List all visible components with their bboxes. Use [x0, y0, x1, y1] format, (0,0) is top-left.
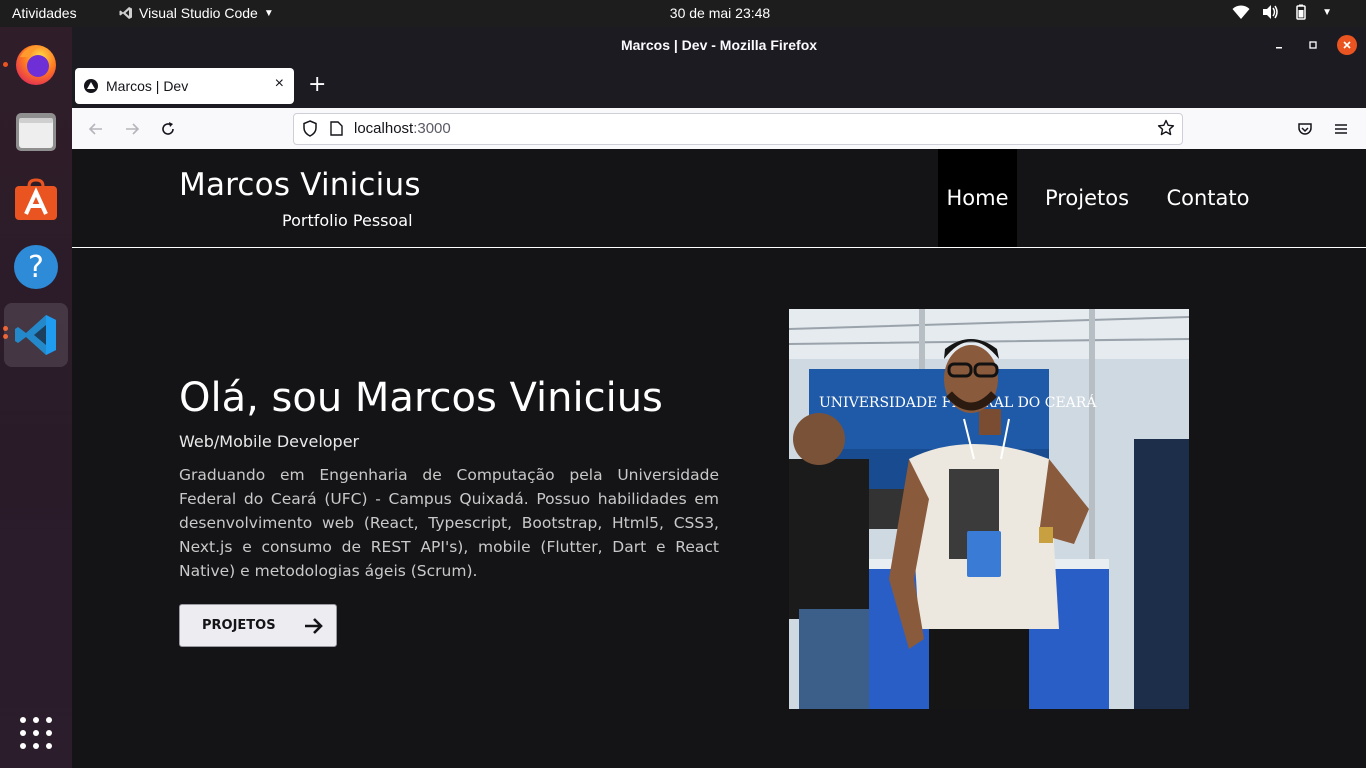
- dock: ?: [0, 27, 72, 768]
- hero-title: Olá, sou Marcos Vinicius: [179, 375, 663, 421]
- top-bar: Atividades Visual Studio Code ▼ 30 de ma…: [0, 0, 1366, 27]
- url-text: localhost:3000: [354, 120, 451, 137]
- window-title: Marcos | Dev - Mozilla Firefox: [620, 37, 818, 53]
- tab-close-icon[interactable]: ×: [275, 75, 284, 93]
- tab-title: Marcos | Dev: [106, 78, 189, 94]
- dock-app-center[interactable]: [4, 167, 68, 231]
- hero-role: Web/Mobile Developer: [179, 432, 360, 451]
- show-apps-icon[interactable]: [20, 717, 52, 749]
- dock-firefox[interactable]: [4, 31, 68, 95]
- arrow-right-icon: [304, 617, 323, 634]
- app-center-icon: [15, 178, 57, 220]
- site-tagline: Portfolio Pessoal: [282, 211, 413, 230]
- favicon-icon: [84, 79, 98, 93]
- bookmark-star-icon[interactable]: [1157, 119, 1175, 137]
- reload-icon: [162, 122, 174, 135]
- shield-icon[interactable]: [302, 120, 318, 137]
- navigation-toolbar: localhost:3000: [72, 108, 1366, 150]
- volume-icon: [1263, 5, 1278, 19]
- vscode-icon: [15, 315, 56, 355]
- firefox-icon: [16, 45, 56, 85]
- profile-photo-illustration: UNIVERSIDADE FEDERAL DO CEARÁ: [789, 309, 1189, 709]
- hamburger-menu-icon: [1335, 124, 1347, 134]
- chevron-down-icon: ▼: [1322, 6, 1332, 18]
- tab-marcos-dev[interactable]: Marcos | Dev ×: [75, 68, 294, 104]
- battery-icon: [1296, 4, 1306, 20]
- clock[interactable]: 30 de mai 23:48: [0, 5, 1366, 21]
- nav-contato[interactable]: Contato: [1152, 149, 1264, 247]
- maximize-icon: [1309, 41, 1317, 49]
- projetos-button[interactable]: PROJETOS: [179, 604, 337, 647]
- page-icon[interactable]: [330, 121, 343, 136]
- minimize-icon: [1276, 47, 1282, 49]
- hero-description: Graduando em Engenharia de Computação pe…: [179, 466, 719, 580]
- url-bar[interactable]: localhost:3000: [293, 113, 1183, 145]
- pocket-icon: [1298, 123, 1312, 135]
- wifi-icon: [1232, 5, 1250, 19]
- nav-projetos[interactable]: Projetos: [1032, 149, 1142, 247]
- forward-arrow-icon: [126, 123, 140, 135]
- minimize-button[interactable]: [1269, 35, 1289, 55]
- dock-files[interactable]: [4, 99, 68, 163]
- site-brand[interactable]: Marcos Vinicius: [179, 167, 421, 203]
- nav-home[interactable]: Home: [938, 149, 1017, 247]
- files-icon: [16, 113, 56, 151]
- svg-text:?: ?: [28, 250, 44, 285]
- pocket-button[interactable]: [1294, 118, 1316, 140]
- help-icon: ?: [14, 245, 58, 289]
- window-titlebar[interactable]: Marcos | Dev - Mozilla Firefox: [72, 27, 1366, 64]
- maximize-button[interactable]: [1303, 35, 1323, 55]
- system-tray[interactable]: ▼: [1232, 4, 1332, 20]
- back-button[interactable]: [85, 118, 107, 140]
- dock-help[interactable]: ?: [4, 235, 68, 299]
- tab-bar: Marcos | Dev × +: [72, 64, 1366, 108]
- webpage: Marcos Vinicius Portfolio Pessoal Home P…: [72, 149, 1366, 768]
- close-icon: [1343, 41, 1351, 49]
- profile-photo: UNIVERSIDADE FEDERAL DO CEARÁ: [789, 309, 1189, 709]
- dock-vscode[interactable]: [4, 303, 68, 367]
- back-arrow-icon: [88, 123, 102, 135]
- projetos-button-label: PROJETOS: [202, 618, 276, 633]
- close-window-button[interactable]: [1337, 35, 1357, 55]
- site-header: Marcos Vinicius Portfolio Pessoal Home P…: [72, 149, 1366, 248]
- menu-button[interactable]: [1330, 118, 1352, 140]
- forward-button[interactable]: [121, 118, 143, 140]
- reload-button[interactable]: [157, 118, 179, 140]
- new-tab-button[interactable]: +: [308, 74, 326, 96]
